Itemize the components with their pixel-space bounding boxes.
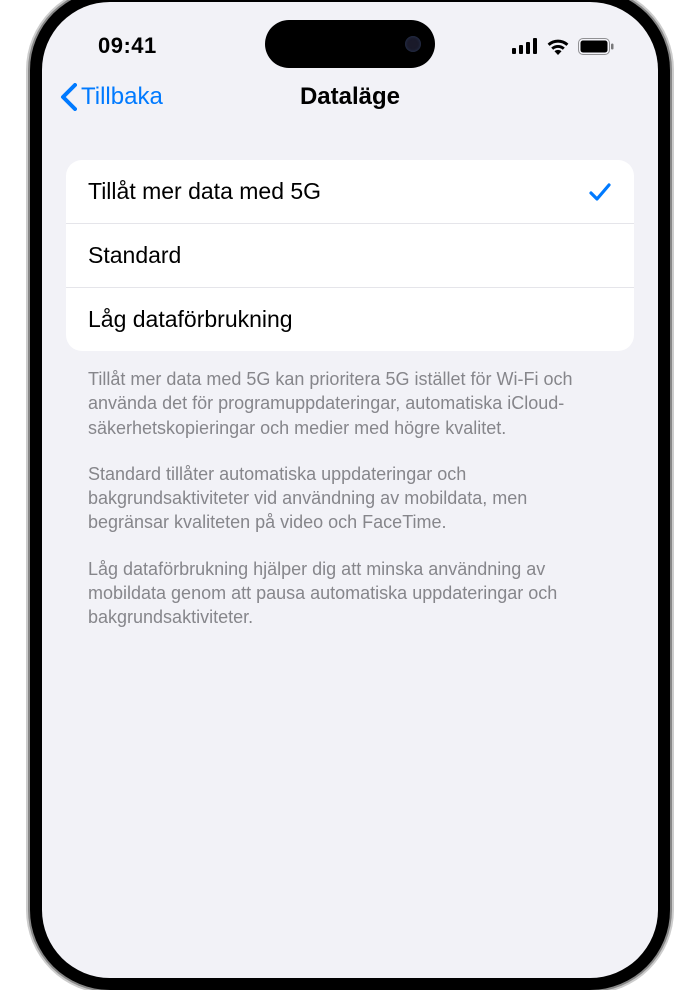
footer-description: Tillåt mer data med 5G kan prioritera 5G… xyxy=(66,351,634,630)
wifi-icon xyxy=(546,38,570,55)
options-list: Tillåt mer data med 5G Standard Låg data… xyxy=(66,160,634,351)
nav-bar: Tillbaka Dataläge xyxy=(42,66,658,124)
cellular-signal-icon xyxy=(512,38,538,54)
battery-icon xyxy=(578,38,614,55)
status-icons xyxy=(512,38,614,55)
option-label: Låg dataförbrukning xyxy=(88,306,293,333)
content-area: Tillåt mer data med 5G Standard Låg data… xyxy=(42,124,658,630)
phone-frame: 09:41 xyxy=(30,0,670,990)
page-title: Dataläge xyxy=(300,83,400,111)
status-time: 09:41 xyxy=(98,33,157,59)
checkmark-icon xyxy=(588,180,612,204)
option-allow-more-5g[interactable]: Tillåt mer data med 5G xyxy=(66,160,634,224)
option-standard[interactable]: Standard xyxy=(66,224,634,288)
option-label: Tillåt mer data med 5G xyxy=(88,178,321,205)
option-label: Standard xyxy=(88,242,181,269)
back-label: Tillbaka xyxy=(81,83,163,111)
footer-paragraph: Tillåt mer data med 5G kan prioritera 5G… xyxy=(88,367,612,440)
back-button[interactable]: Tillbaka xyxy=(60,83,163,111)
phone-screen: 09:41 xyxy=(42,2,658,978)
footer-paragraph: Standard tillåter automatiska uppdaterin… xyxy=(88,462,612,535)
footer-paragraph: Låg dataförbrukning hjälper dig att mins… xyxy=(88,557,612,630)
camera-dot xyxy=(405,36,421,52)
option-low-data[interactable]: Låg dataförbrukning xyxy=(66,288,634,351)
chevron-left-icon xyxy=(60,83,77,111)
dynamic-island xyxy=(265,20,435,68)
